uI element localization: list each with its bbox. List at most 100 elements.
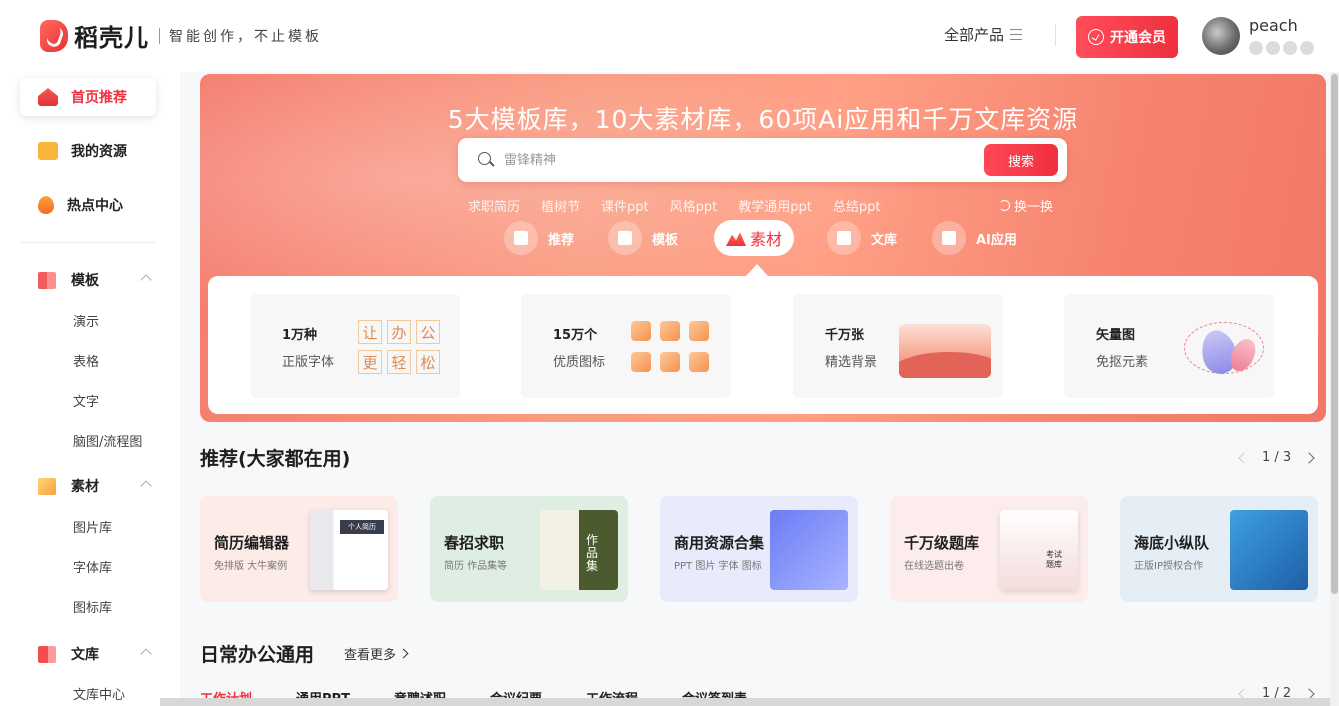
sidebar-group-template[interactable]: 模板	[20, 265, 156, 295]
chevron-up-icon[interactable]	[140, 274, 152, 286]
sidebar-subitem[interactable]: 字体库	[73, 557, 112, 576]
rec-card-title: 简历编辑器	[214, 534, 290, 552]
chevron-right-icon	[398, 648, 409, 659]
logo-text: 稻壳儿	[74, 24, 149, 52]
tab-ai-apps[interactable]: AI应用	[932, 220, 1017, 256]
rec-card-resume-editor[interactable]: 简历编辑器 免排版 大牛案例 个人简历	[200, 496, 398, 602]
car-icon	[660, 352, 680, 372]
tab-label: AI应用	[976, 232, 1017, 248]
horizontal-scrollbar[interactable]	[160, 698, 1330, 706]
category-tabs: 推荐 模板 素材 文库 AI应用	[200, 220, 1326, 256]
chevron-left-icon[interactable]	[1238, 451, 1250, 464]
chevron-right-icon[interactable]	[1303, 451, 1315, 464]
hot-tag[interactable]: 总结ppt	[833, 196, 881, 215]
sidebar-item-home[interactable]: 首页推荐	[20, 78, 156, 116]
material-card-backgrounds[interactable]: 千万张 精选背景	[793, 294, 1003, 398]
hot-tag[interactable]: 教学通用ppt	[738, 196, 812, 215]
site-logo[interactable]: 稻壳儿 智能创作，不止模板	[40, 18, 322, 53]
tab-material[interactable]: 素材	[714, 220, 795, 256]
material-card-icons[interactable]: 15万个 优质图标	[521, 294, 731, 398]
refresh-icon	[999, 200, 1010, 211]
logo-slogan: 智能创作，不止模板	[169, 28, 322, 45]
tab-template[interactable]: 模板	[608, 220, 678, 256]
hot-tag[interactable]: 求职简历	[468, 196, 520, 215]
sidebar-group-material[interactable]: 素材	[20, 471, 156, 501]
template-icon	[608, 221, 642, 255]
see-more-link[interactable]: 查看更多	[344, 644, 409, 663]
open-vip-button[interactable]: 开通会员	[1076, 16, 1178, 58]
rec-card-question-bank[interactable]: 千万级题库 在线选题出卷 考试题库	[890, 496, 1088, 602]
shuffle-label: 换一换	[1014, 200, 1054, 215]
search-input[interactable]	[504, 149, 974, 171]
sidebar-group-library[interactable]: 文库	[20, 639, 156, 669]
font-glyph: 松	[416, 350, 440, 374]
tools-icon	[689, 352, 709, 372]
portfolio-thumbnail-label: 作品集	[586, 533, 599, 574]
thumbs-up-icon	[504, 221, 538, 255]
rec-card-octonauts[interactable]: 海底小纵队 正版IP授权合作	[1120, 496, 1318, 602]
top-header: 稻壳儿 智能创作，不止模板 全部产品 开通会员 peach	[0, 0, 1339, 72]
vip-icon	[1088, 29, 1104, 45]
menu-icon	[1010, 29, 1023, 40]
sidebar-subitem[interactable]: 图标库	[73, 597, 112, 616]
hot-tag[interactable]: 植树节	[541, 196, 580, 215]
username[interactable]: peach	[1249, 16, 1298, 35]
home-icon	[38, 88, 58, 106]
sidebar-subitem[interactable]: 图片库	[73, 517, 112, 536]
sidebar-item-my-resources[interactable]: 我的资源	[20, 132, 156, 170]
template-icon	[38, 271, 56, 289]
tab-library[interactable]: 文库	[827, 220, 897, 256]
material-desc: 免抠元素	[1096, 355, 1149, 370]
sidebar-subitem[interactable]: 文字	[73, 391, 99, 410]
tab-label: 素材	[750, 230, 783, 249]
mountain-icon	[726, 232, 746, 246]
sidebar-subitem[interactable]: 脑图/流程图	[73, 431, 142, 450]
material-card-fonts[interactable]: 1万种 正版字体 让 办 公 更 轻 松	[250, 294, 460, 398]
recommend-title: 推荐(大家都在用)	[200, 448, 351, 470]
open-vip-label: 开通会员	[1110, 30, 1166, 46]
rec-card-subtitle: 正版IP授权合作	[1134, 561, 1203, 572]
daily-title: 日常办公通用	[200, 644, 315, 666]
sidebar-subitem[interactable]: 文库中心	[73, 684, 125, 703]
hot-tag[interactable]: 课件ppt	[601, 196, 649, 215]
rec-card-commercial-resources[interactable]: 商用资源合集 PPT 图片 字体 图标	[660, 496, 858, 602]
chevron-up-icon[interactable]	[140, 480, 152, 492]
chart-icon	[660, 321, 680, 341]
user-avatar[interactable]	[1202, 17, 1240, 55]
chevron-up-icon[interactable]	[140, 648, 152, 660]
sidebar-item-label: 热点中心	[67, 198, 123, 214]
hero-title: 5大模板库，10大素材库，60项Ai应用和千万文库资源	[447, 105, 1079, 134]
material-card-vectors[interactable]: 矢量图 免抠元素	[1064, 294, 1274, 398]
rec-card-spring-recruit[interactable]: 春招求职 简历 作品集等 作品集	[430, 496, 628, 602]
search-button[interactable]: 搜索	[984, 144, 1058, 176]
sidebar-subitem[interactable]: 表格	[73, 351, 99, 370]
search-bar: 搜索	[458, 138, 1067, 182]
folder-icon	[38, 142, 58, 160]
rec-card-title: 千万级题库	[904, 534, 980, 552]
all-products-menu[interactable]: 全部产品	[944, 24, 1023, 45]
fire-icon	[38, 196, 54, 214]
background-thumbnail	[899, 324, 991, 378]
shuffle-button[interactable]: 换一换	[999, 196, 1053, 215]
hot-tag[interactable]: 风格ppt	[670, 196, 718, 215]
icon-sample-grid	[631, 321, 709, 372]
badge-icon	[1283, 41, 1297, 55]
puzzle-icon	[689, 321, 709, 341]
vector-thumbnail	[1180, 318, 1264, 378]
library-icon	[38, 645, 56, 663]
font-sample-grid: 让 办 公 更 轻 松	[358, 320, 440, 374]
material-count: 15万个	[553, 328, 598, 343]
page-indicator: 1 / 3	[1262, 450, 1292, 465]
sidebar-item-hot-center[interactable]: 热点中心	[20, 186, 156, 224]
scrollbar-thumb[interactable]	[1331, 74, 1338, 594]
sidebar-group-label: 模板	[71, 273, 99, 289]
vertical-scrollbar[interactable]	[1330, 72, 1339, 706]
rec-card-title: 商用资源合集	[674, 534, 765, 552]
all-products-label: 全部产品	[944, 26, 1005, 44]
material-desc: 优质图标	[553, 355, 606, 370]
material-desc: 精选背景	[825, 355, 878, 370]
recommend-pager: 1 / 3	[1238, 450, 1315, 465]
tab-recommend[interactable]: 推荐	[504, 220, 574, 256]
question-bank-thumbnail: 考试题库	[1000, 510, 1078, 590]
sidebar-subitem[interactable]: 演示	[73, 311, 99, 330]
